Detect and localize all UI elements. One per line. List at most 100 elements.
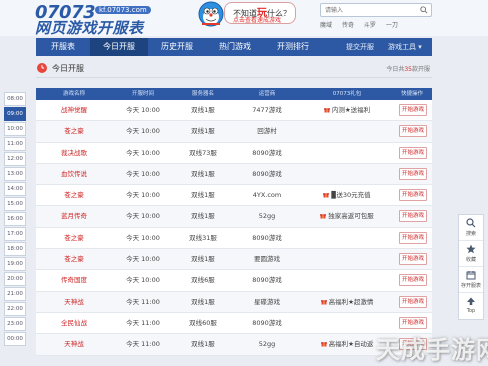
server-name: 双线6服 [191,276,215,285]
section-header: 今日开服 今日共35款开服 [36,60,432,78]
operator: 8090游戏 [252,148,282,157]
game-name[interactable]: 战神觉醒 [36,100,112,120]
time-filter-item[interactable]: 10:00 [4,121,26,137]
nav-item-history[interactable]: 历史开服 [148,38,206,56]
open-time: 今天 10:00 [126,106,160,114]
search-hotwords: 魔域 传奇 斗罗 一刀 [320,20,406,29]
time-filter-item[interactable]: 00:00 [4,331,26,346]
gift-info [302,121,392,141]
open-time: 今天 10:00 [126,191,160,200]
server-name: 双线1服 [191,212,215,221]
hotword[interactable]: 一刀 [386,22,398,29]
col-server: 服务器名 [191,91,214,97]
table-row: 苍之豪 今天 10:00 双线1服 要圆游戏 开始游戏 [36,249,432,271]
game-name[interactable]: 苍之豪 [36,185,112,205]
nav-item-kaifubiao[interactable]: 开服表 [36,38,90,56]
server-name: 双线73服 [189,148,217,157]
hotword[interactable]: 魔域 [320,22,332,29]
time-filter-item[interactable]: 23:00 [4,316,26,331]
col-open-time: 开服时间 [131,91,154,97]
game-name[interactable]: 苍之豪 [36,249,112,269]
gift-info: ▉送30元充值 [302,185,392,205]
time-filter-item[interactable]: 16:00 [4,211,26,227]
start-game-button[interactable]: 开始游戏 [399,189,427,202]
section-title: 今日开服 [52,64,84,73]
open-time: 今天 10:00 [126,255,160,264]
nav-item-test-rank[interactable]: 开测排行 [264,38,322,56]
logo-title: 网页游戏开服表 [35,19,144,37]
logo[interactable]: 07073 kf.07073.com 网页游戏开服表 [35,2,151,37]
time-filter-item[interactable]: 17:00 [4,226,26,242]
gift-info [302,249,392,269]
tool-search[interactable]: 搜索 [459,215,483,241]
table-body: 战神觉醒 今天 10:00 双线1服 7477游戏 内测★送福利 开始游戏 苍之豪 今天 10… [36,100,432,356]
time-filter-item[interactable]: 22:00 [4,301,26,316]
time-filter-item[interactable]: 09:00 [4,106,26,122]
game-suggest-bubble[interactable]: 不知道玩什么？ 点击查看速成游戏 [224,2,296,24]
hotword[interactable]: 传奇 [342,22,354,29]
game-name[interactable]: 天神战 [36,334,112,354]
start-game-button[interactable]: 开始游戏 [399,316,427,329]
col-action: 快捷操作 [400,91,423,97]
tool-favorite[interactable]: 收藏 [459,241,483,267]
operator: 7477游戏 [252,106,282,114]
time-filter-item[interactable]: 13:00 [4,166,26,182]
game-name[interactable]: 蓝月传奇 [36,206,112,226]
game-name[interactable]: 苍之豪 [36,121,112,141]
server-name: 双线1服 [191,297,215,306]
start-game-button[interactable]: 开始游戏 [399,274,427,287]
submit-server-link[interactable]: 提交开服 [346,38,374,56]
game-name[interactable]: 天神战 [36,292,112,312]
time-filter-item[interactable]: 14:00 [4,181,26,197]
time-filter-item[interactable]: 21:00 [4,286,26,301]
nav-item-today[interactable]: 今日开服 [90,38,148,56]
tool-back-to-top[interactable]: Top [459,293,483,319]
start-game-button[interactable]: 开始游戏 [399,104,427,116]
start-game-button[interactable]: 开始游戏 [399,210,427,223]
start-game-button[interactable]: 开始游戏 [399,167,427,180]
gift-icon [320,299,327,305]
table-header: 游戏名称 开服时间 服务器名 运营商 07073礼包 快捷操作 [36,88,432,100]
open-time: 今天 10:00 [126,148,160,157]
time-filter-item[interactable]: 15:00 [4,196,26,212]
start-game-button[interactable]: 开始游戏 [399,253,427,266]
game-name[interactable]: 全民仙战 [36,313,112,333]
time-filter-item[interactable]: 19:00 [4,256,26,272]
open-time: 今天 10:00 [126,233,160,242]
tool-save-table[interactable]: 存开服表 [459,267,483,293]
nav-item-hot-games[interactable]: 热门游戏 [206,38,264,56]
floating-tools: 搜索 收藏 存开服表 Top [458,214,484,320]
time-filter-item[interactable]: 08:00 [4,92,26,107]
gift-info [302,143,392,163]
top-icon [467,297,475,305]
gift-info [302,164,392,184]
search-input[interactable] [321,4,413,16]
game-name[interactable]: 血饮传说 [36,164,112,184]
col-operator: 运营商 [258,91,276,97]
table-row: 裁决战歌 今天 10:00 双线73服 8090游戏 开始游戏 [36,142,432,164]
hotword[interactable]: 斗罗 [364,22,376,29]
gift-info: 内测★送福利 [302,100,392,120]
game-tools-dropdown[interactable]: 游戏工具 ▾ [388,38,422,56]
gift-icon [323,108,330,113]
search-icon[interactable] [420,6,428,14]
start-game-button[interactable]: 开始游戏 [399,125,427,138]
time-filter-item[interactable]: 18:00 [4,241,26,257]
operator: 星碟游戏 [254,297,280,306]
start-game-button[interactable]: 开始游戏 [399,295,427,308]
start-game-button[interactable]: 开始游戏 [399,146,427,159]
time-filter-item[interactable]: 20:00 [4,271,26,286]
gift-icon [323,193,330,198]
time-filter-item[interactable]: 12:00 [4,151,26,167]
tool-label: 搜索 [465,231,476,237]
clock-icon [37,63,47,73]
table-row: 传奇国度 今天 10:00 双线6服 8090游戏 开始游戏 [36,270,432,292]
table-row: 苍之豪 今天 10:00 双线1服 4YX.com ▉送30元充值 开始游戏 [36,185,432,207]
game-name[interactable]: 传奇国度 [36,270,112,290]
game-name[interactable]: 裁决战歌 [36,143,112,163]
start-game-button[interactable]: 开始游戏 [399,231,427,244]
time-filter-item[interactable]: 11:00 [4,136,26,152]
game-name[interactable]: 苍之豪 [36,228,112,248]
server-table: 游戏名称 开服时间 服务器名 运营商 07073礼包 快捷操作 战神觉醒今天 1… [36,88,432,356]
operator: 8090游戏 [252,233,282,242]
